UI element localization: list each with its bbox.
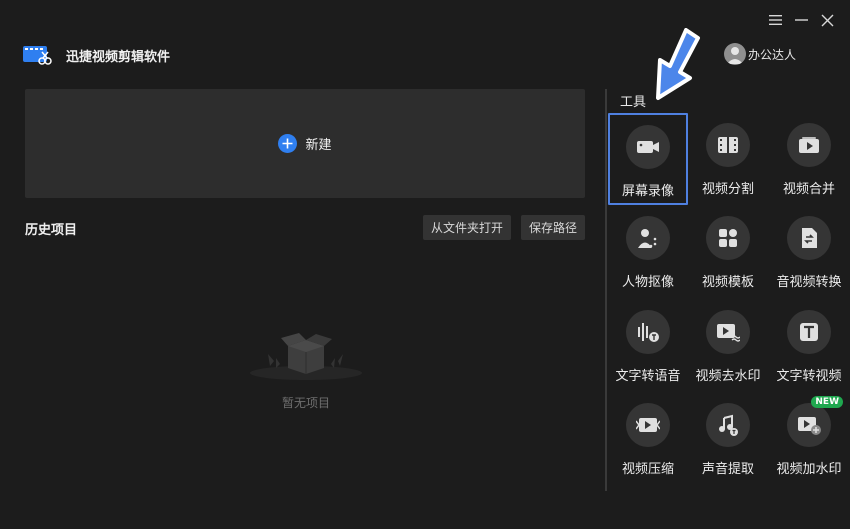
tool-label: 视频加水印 xyxy=(776,462,842,477)
tool-label: 音视频转换 xyxy=(776,275,842,290)
empty-box-icon xyxy=(250,333,362,380)
tool-label: 文字转视频 xyxy=(776,369,842,384)
minimize-icon[interactable] xyxy=(794,12,808,28)
app-title: 迅捷视频剪辑软件 xyxy=(66,49,171,65)
history-title: 历史项目 xyxy=(25,223,78,238)
tool-label: 视频去水印 xyxy=(695,369,761,384)
tool-label: 视频合并 xyxy=(782,182,835,197)
compress-icon xyxy=(626,403,670,447)
tool-screen-recording[interactable]: 屏幕录像 xyxy=(608,113,688,205)
tool-label: 视频压缩 xyxy=(621,462,674,477)
tool-video-compress[interactable]: 视频压缩 xyxy=(608,403,688,477)
app-window: 迅捷视频剪辑软件 办公达人 新建 历史项目 从文件夹打开 保存路径 暂无项目 工… xyxy=(0,0,850,529)
empty-state: 暂无项目 xyxy=(248,328,364,411)
tool-audio-extract[interactable]: 声音提取 xyxy=(688,403,768,477)
text-to-video-icon xyxy=(787,310,831,354)
tool-video-template[interactable]: 视频模板 xyxy=(688,216,768,290)
new-badge: NEW xyxy=(811,396,843,408)
user-account[interactable]: 办公达人 xyxy=(724,43,796,65)
text-to-speech-icon xyxy=(626,310,670,354)
menu-icon[interactable] xyxy=(768,12,782,28)
plus-icon xyxy=(278,134,298,153)
audio-extract-icon xyxy=(706,403,750,447)
panel-divider xyxy=(605,89,607,491)
save-path-button[interactable]: 保存路径 xyxy=(521,215,586,240)
convert-icon xyxy=(787,216,831,260)
camera-icon xyxy=(626,125,670,169)
tool-label: 文字转语音 xyxy=(615,369,681,384)
film-split-icon xyxy=(706,123,750,167)
empty-label: 暂无项目 xyxy=(281,396,330,410)
avatar xyxy=(724,43,746,65)
tool-person-cutout[interactable]: 人物抠像 xyxy=(608,216,688,290)
app-logo-icon xyxy=(23,46,52,65)
tool-text-to-video[interactable]: 文字转视频 xyxy=(769,310,849,384)
tool-label: 视频分割 xyxy=(701,182,754,197)
remove-watermark-icon xyxy=(706,310,750,354)
user-name: 办公达人 xyxy=(748,47,797,62)
tool-av-convert[interactable]: 音视频转换 xyxy=(769,216,849,290)
person-cutout-icon xyxy=(626,216,670,260)
tool-label: 屏幕录像 xyxy=(621,184,674,199)
tool-video-split[interactable]: 视频分割 xyxy=(688,123,768,197)
tool-label: 视频模板 xyxy=(701,275,754,290)
window-controls xyxy=(768,12,834,28)
open-from-folder-button[interactable]: 从文件夹打开 xyxy=(423,215,512,240)
new-project-card[interactable]: 新建 xyxy=(25,89,585,198)
close-icon[interactable] xyxy=(820,12,834,28)
annotation-arrow-icon xyxy=(656,28,700,100)
tool-text-to-speech[interactable]: 文字转语音 xyxy=(608,310,688,384)
video-merge-icon xyxy=(787,123,831,167)
tool-video-merge[interactable]: 视频合并 xyxy=(769,123,849,197)
tools-title: 工具 xyxy=(620,95,647,110)
tool-add-watermark[interactable]: NEW 视频加水印 xyxy=(769,396,849,477)
app-brand: 迅捷视频剪辑软件 xyxy=(22,43,170,67)
add-watermark-icon xyxy=(787,403,831,447)
new-project-label: 新建 xyxy=(305,138,332,153)
tool-remove-watermark[interactable]: 视频去水印 xyxy=(688,310,768,384)
tool-label: 声音提取 xyxy=(701,462,754,477)
template-icon xyxy=(706,216,750,260)
tool-label: 人物抠像 xyxy=(621,275,674,290)
